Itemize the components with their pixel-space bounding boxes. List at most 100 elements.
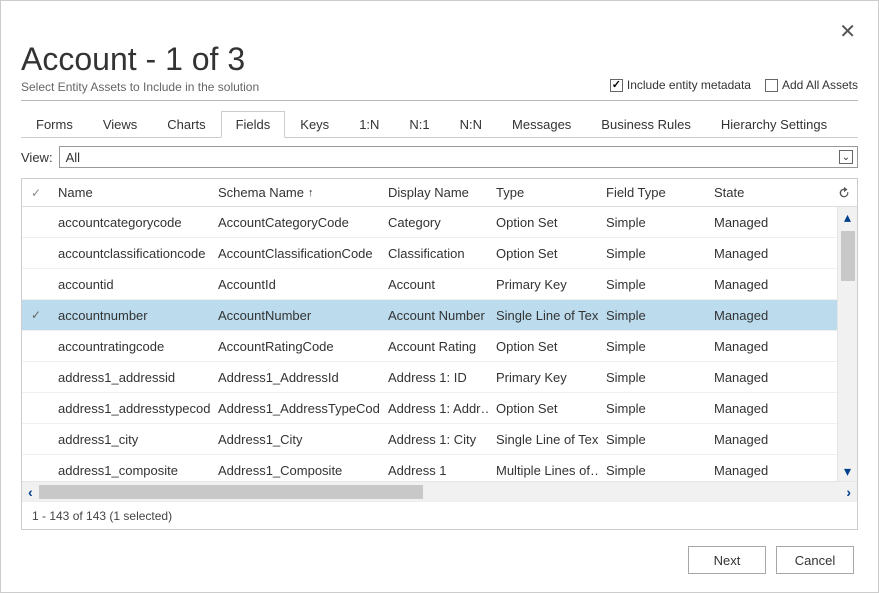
tab-views[interactable]: Views — [88, 111, 152, 137]
cell-type: Option Set — [488, 215, 598, 230]
scroll-left-icon[interactable]: ‹ — [28, 484, 33, 500]
column-header-state[interactable]: State — [706, 185, 796, 200]
table-row[interactable]: accountcategorycodeAccountCategoryCodeCa… — [22, 207, 857, 238]
cell-type: Option Set — [488, 339, 598, 354]
page-title: Account - 1 of 3 — [21, 41, 259, 78]
cell-state: Managed — [706, 339, 796, 354]
cell-name: address1_addressid — [50, 370, 210, 385]
cell-schema: Address1_Composite — [210, 463, 380, 478]
scroll-down-icon[interactable]: ▾ — [839, 461, 857, 481]
table-row[interactable]: address1_addresstypecodeAddress1_Address… — [22, 393, 857, 424]
cell-display: Account Number — [380, 308, 488, 323]
cell-display: Account — [380, 277, 488, 292]
view-select[interactable]: All ⌄ — [59, 146, 858, 168]
cell-display: Category — [380, 215, 488, 230]
cell-schema: Address1_AddressId — [210, 370, 380, 385]
table-row[interactable]: address1_cityAddress1_CityAddress 1: Cit… — [22, 424, 857, 455]
cell-schema: AccountId — [210, 277, 380, 292]
grid-body: accountcategorycodeAccountCategoryCodeCa… — [22, 207, 857, 481]
column-header-schema-label: Schema Name — [218, 185, 304, 200]
cell-name: address1_composite — [50, 463, 210, 478]
cell-state: Managed — [706, 277, 796, 292]
cell-state: Managed — [706, 463, 796, 478]
cell-fieldtype: Simple — [598, 401, 706, 416]
cancel-button[interactable]: Cancel — [776, 546, 854, 574]
cell-name: address1_city — [50, 432, 210, 447]
tab-keys[interactable]: Keys — [285, 111, 344, 137]
cell-type: Option Set — [488, 246, 598, 261]
cell-type: Multiple Lines of… — [488, 463, 598, 478]
cell-fieldtype: Simple — [598, 246, 706, 261]
tab-n1[interactable]: N:1 — [394, 111, 444, 137]
add-all-assets-label: Add All Assets — [782, 78, 858, 92]
fields-grid: ✓ Name Schema Name ↑ Display Name Type Fi… — [21, 178, 858, 530]
tab-nn[interactable]: N:N — [445, 111, 497, 137]
tab-1n[interactable]: 1:N — [344, 111, 394, 137]
cell-state: Managed — [706, 370, 796, 385]
table-row[interactable]: address1_addressidAddress1_AddressIdAddr… — [22, 362, 857, 393]
vertical-scrollbar[interactable]: ▴ ▾ — [837, 207, 857, 481]
scroll-thumb[interactable] — [841, 231, 855, 281]
close-icon[interactable]: ✕ — [839, 19, 856, 44]
row-checkbox[interactable]: ✓ — [22, 308, 50, 322]
view-label: View: — [21, 150, 53, 165]
cell-schema: AccountClassificationCode — [210, 246, 380, 261]
cell-type: Primary Key — [488, 277, 598, 292]
tab-forms[interactable]: Forms — [21, 111, 88, 137]
cell-name: accountid — [50, 277, 210, 292]
scroll-up-icon[interactable]: ▴ — [839, 207, 857, 227]
cell-state: Managed — [706, 308, 796, 323]
column-header-type[interactable]: Type — [488, 185, 598, 200]
sort-ascending-icon: ↑ — [308, 187, 314, 199]
cell-fieldtype: Simple — [598, 463, 706, 478]
table-row[interactable]: address1_compositeAddress1_CompositeAddr… — [22, 455, 857, 481]
include-metadata-checkbox[interactable]: Include entity metadata — [610, 78, 751, 92]
select-all-checkbox[interactable]: ✓ — [22, 186, 50, 200]
cell-state: Managed — [706, 432, 796, 447]
tab-business-rules[interactable]: Business Rules — [586, 111, 706, 137]
table-row[interactable]: accountratingcodeAccountRatingCodeAccoun… — [22, 331, 857, 362]
table-row[interactable]: accountclassificationcodeAccountClassifi… — [22, 238, 857, 269]
cell-name: address1_addresstypecode — [50, 401, 210, 416]
cell-display: Address 1: Addr… — [380, 401, 488, 416]
column-header-display[interactable]: Display Name — [380, 185, 488, 200]
tab-messages[interactable]: Messages — [497, 111, 586, 137]
hscroll-thumb[interactable] — [39, 485, 424, 499]
cell-fieldtype: Simple — [598, 370, 706, 385]
column-header-name[interactable]: Name — [50, 185, 210, 200]
status-bar: 1 - 143 of 143 (1 selected) — [22, 501, 857, 529]
column-header-schema[interactable]: Schema Name ↑ — [210, 185, 380, 200]
cell-fieldtype: Simple — [598, 215, 706, 230]
refresh-icon[interactable] — [837, 186, 851, 200]
cell-name: accountnumber — [50, 308, 210, 323]
cell-state: Managed — [706, 401, 796, 416]
add-all-assets-checkbox[interactable]: Add All Assets — [765, 78, 858, 92]
column-header-fieldtype[interactable]: Field Type — [598, 185, 706, 200]
tab-charts[interactable]: Charts — [152, 111, 220, 137]
checkbox-checked-icon — [610, 79, 623, 92]
cell-schema: AccountCategoryCode — [210, 215, 380, 230]
cell-type: Single Line of Text — [488, 432, 598, 447]
table-row[interactable]: accountidAccountIdAccountPrimary KeySimp… — [22, 269, 857, 300]
cell-schema: AccountRatingCode — [210, 339, 380, 354]
cell-schema: AccountNumber — [210, 308, 380, 323]
cell-display: Account Rating — [380, 339, 488, 354]
cell-name: accountratingcode — [50, 339, 210, 354]
cell-fieldtype: Simple — [598, 308, 706, 323]
cell-schema: Address1_AddressTypeCode — [210, 401, 380, 416]
tab-hierarchy-settings[interactable]: Hierarchy Settings — [706, 111, 842, 137]
cell-type: Primary Key — [488, 370, 598, 385]
grid-header-row: ✓ Name Schema Name ↑ Display Name Type Fi… — [22, 179, 857, 207]
tab-fields[interactable]: Fields — [221, 111, 286, 138]
cell-type: Option Set — [488, 401, 598, 416]
include-metadata-label: Include entity metadata — [627, 78, 751, 92]
cell-fieldtype: Simple — [598, 339, 706, 354]
horizontal-scrollbar[interactable]: ‹ › — [22, 481, 857, 501]
cell-name: accountclassificationcode — [50, 246, 210, 261]
scroll-right-icon[interactable]: › — [846, 484, 851, 500]
cell-fieldtype: Simple — [598, 432, 706, 447]
cell-fieldtype: Simple — [598, 277, 706, 292]
table-row[interactable]: ✓accountnumberAccountNumberAccount Numbe… — [22, 300, 857, 331]
next-button[interactable]: Next — [688, 546, 766, 574]
cell-display: Address 1: City — [380, 432, 488, 447]
